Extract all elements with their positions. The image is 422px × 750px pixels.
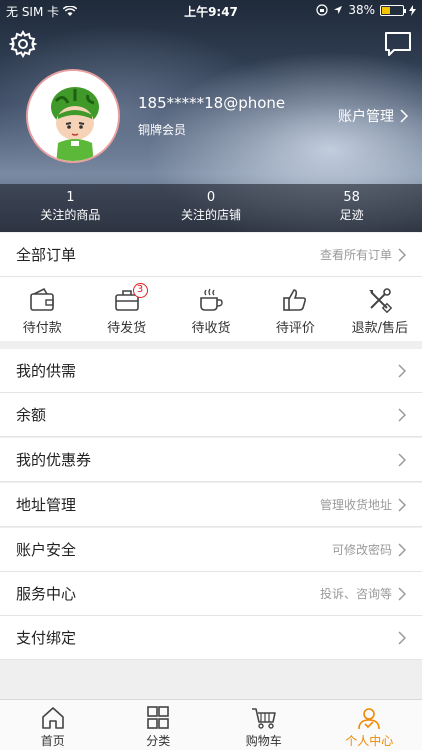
message-bubble-icon[interactable] (384, 30, 412, 58)
stat-followed-shops[interactable]: 0 关注的店铺 (141, 184, 282, 232)
tab-label: 分类 (146, 734, 171, 748)
username: 185*****18@phone (138, 94, 286, 112)
tab-home[interactable]: 首页 (0, 700, 106, 750)
location-arrow-icon (334, 6, 343, 14)
stat-count: 1 (66, 190, 75, 205)
settings-gear-icon[interactable] (9, 30, 37, 58)
stat-label: 关注的商品 (40, 208, 101, 222)
battery-percent: 38% (348, 3, 375, 17)
order-pending-shipment[interactable]: 3 待发货 (84, 277, 168, 341)
menu-item-hint: 可修改密码 (331, 543, 392, 557)
battery-icon (380, 4, 406, 16)
order-status-label: 退款/售后 (351, 321, 409, 336)
badge-count: 3 (132, 283, 148, 298)
cart-icon (251, 708, 276, 729)
menu-item-account-security[interactable]: 账户安全 可修改密码 (0, 528, 422, 572)
order-pending-payment[interactable]: 待付款 (0, 277, 84, 341)
chevron-right-icon (398, 247, 406, 262)
order-pending-receipt[interactable]: 待收货 (169, 277, 253, 341)
all-orders-label: 全部订单 (16, 246, 77, 264)
menu-item-label: 地址管理 (16, 496, 77, 514)
rotation-lock-icon (316, 4, 328, 16)
watermelon-boy-avatar-image (28, 71, 118, 161)
stat-label: 关注的店铺 (181, 208, 242, 222)
menu-item-balance[interactable]: 余额 (0, 393, 422, 437)
menu-item-label: 余额 (16, 406, 47, 424)
charging-bolt-icon (409, 4, 416, 16)
menu-item-address[interactable]: 地址管理 管理收货地址 (0, 483, 422, 527)
stat-footprint[interactable]: 58 足迹 (281, 184, 422, 232)
account-management-link[interactable]: 账户管理 (338, 106, 408, 126)
all-orders-row[interactable]: 全部订单 查看所有订单 (0, 233, 422, 277)
avatar[interactable] (26, 69, 120, 163)
menu-item-label: 我的供需 (16, 362, 77, 380)
tab-label: 购物车 (245, 734, 282, 748)
home-icon (41, 707, 64, 729)
chevron-right-icon (398, 630, 406, 645)
coffee-cup-icon (200, 288, 223, 311)
order-status-label: 待付款 (22, 321, 62, 336)
menu-item-coupons[interactable]: 我的优惠券 (0, 438, 422, 482)
tab-cart[interactable]: 购物车 (211, 700, 317, 750)
chevron-right-icon (398, 497, 406, 512)
stat-label: 足迹 (339, 208, 364, 222)
menu-item-hint: 管理收货地址 (319, 498, 392, 512)
bottom-tab-bar: 首页 分类 购物车 个人中心 (0, 699, 422, 750)
chevron-right-icon (398, 407, 406, 422)
view-all-orders-hint: 查看所有订单 (319, 248, 392, 262)
tab-personal-center[interactable]: 个人中心 (317, 700, 422, 750)
thumbs-up-icon (283, 289, 307, 311)
order-refund-aftersale[interactable]: 退款/售后 (338, 277, 422, 341)
order-status-label: 待收货 (191, 321, 231, 336)
order-status-label: 待发货 (107, 321, 147, 336)
menu-item-label: 服务中心 (16, 585, 77, 603)
order-status-grid: 待付款 3 待发货 待收货 待评价 退款/售后 (0, 277, 422, 341)
chevron-right-icon (398, 363, 406, 378)
chevron-right-icon (398, 586, 406, 601)
person-icon (358, 708, 381, 730)
member-level: 铜牌会员 (138, 123, 187, 137)
tools-icon (368, 288, 393, 313)
stats-bar: 1 关注的商品 0 关注的店铺 58 足迹 (0, 184, 422, 232)
screen: 无 SIM 卡 上午9:47 38% 185*****18@phone 铜牌会员… (0, 0, 422, 750)
profile-header: 无 SIM 卡 上午9:47 38% 185*****18@phone 铜牌会员… (0, 0, 422, 232)
account-management-label: 账户管理 (338, 109, 394, 125)
chevron-right-icon (400, 109, 408, 123)
menu-item-supply-demand[interactable]: 我的供需 (0, 349, 422, 393)
chevron-right-icon (398, 452, 406, 467)
menu-item-service-center[interactable]: 服务中心 投诉、咨询等 (0, 572, 422, 616)
grid-icon (147, 706, 170, 729)
order-status-label: 待评价 (275, 321, 315, 336)
stat-count: 58 (343, 190, 360, 205)
menu-item-payment-binding[interactable]: 支付绑定 (0, 616, 422, 660)
stat-followed-products[interactable]: 1 关注的商品 (0, 184, 141, 232)
tab-label: 首页 (40, 734, 65, 748)
chevron-right-icon (398, 542, 406, 557)
menu-item-hint: 投诉、咨询等 (319, 587, 392, 601)
menu-item-label: 支付绑定 (16, 629, 77, 647)
order-pending-review[interactable]: 待评价 (253, 277, 337, 341)
wallet-icon (30, 287, 55, 311)
menu-item-label: 账户安全 (16, 541, 77, 559)
tab-category[interactable]: 分类 (106, 700, 212, 750)
stat-count: 0 (206, 190, 216, 205)
tab-label: 个人中心 (345, 734, 394, 748)
status-bar: 无 SIM 卡 上午9:47 38% (0, 0, 422, 22)
menu-item-label: 我的优惠券 (16, 451, 92, 469)
